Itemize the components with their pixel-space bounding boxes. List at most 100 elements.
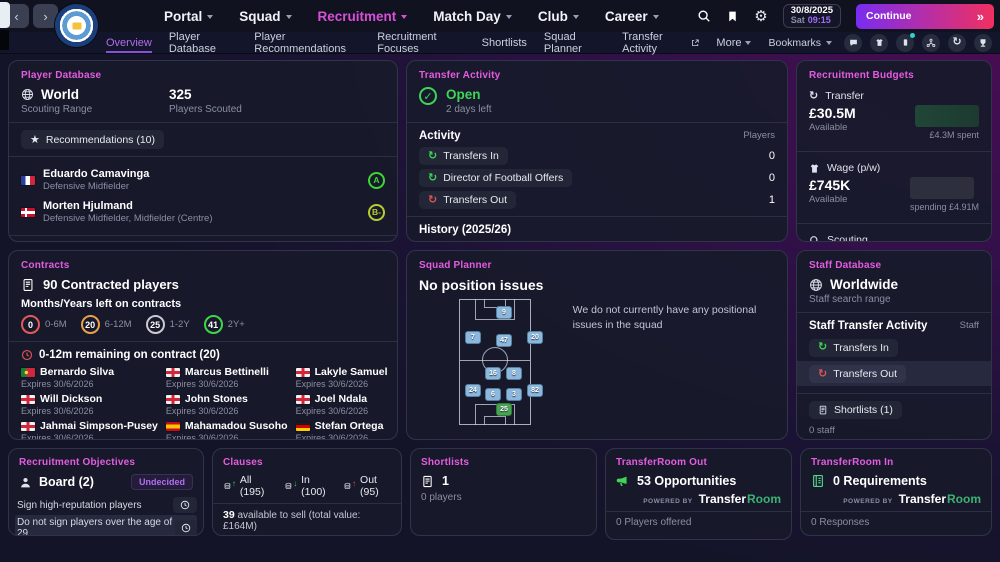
nav-recruitment[interactable]: Recruitment xyxy=(318,9,408,24)
shirt-24[interactable]: 24 xyxy=(465,384,481,397)
tab-squad-planner[interactable]: Squad Planner xyxy=(544,32,605,53)
staff-database-panel[interactable]: Staff Database Worldwide Staff search ra… xyxy=(796,250,992,440)
recruitment-budgets-panel[interactable]: Recruitment Budgets ↻Transfer £30.5M Ava… xyxy=(796,60,992,242)
budget-value: £30.5M xyxy=(809,105,856,121)
player-name: Morten Hjulmand xyxy=(43,200,212,212)
clauses-out-filter[interactable]: ↑ Out (95) xyxy=(343,474,391,498)
bookmarks-dropdown[interactable]: Bookmarks xyxy=(768,37,832,49)
transfers-out-button[interactable]: ↻Transfers Out xyxy=(419,191,516,209)
player-database-panel[interactable]: Player Database World Scouting Range 325… xyxy=(8,60,398,242)
tab-transfer-activity[interactable]: Transfer Activity xyxy=(622,32,699,53)
expiring-player[interactable]: Mahamadou SusohoExpires 30/6/2026 xyxy=(166,420,288,440)
trophy-icon[interactable] xyxy=(974,34,992,52)
bookmark-icon[interactable] xyxy=(726,10,739,23)
contract-expiry-counts: 00-6M 206-12M 251-2Y 412Y+ xyxy=(21,315,385,334)
remaining-contracts-header: 0-12m remaining on contract (20) xyxy=(21,349,385,361)
position-issues-description: We do not currently have any positional … xyxy=(573,303,775,425)
objective-row[interactable]: Sign high-reputation players xyxy=(15,495,197,515)
count-6-12m: 20 xyxy=(81,315,100,334)
history-clock-button[interactable] xyxy=(173,497,197,513)
chevron-down-icon xyxy=(653,15,659,19)
tactics-network-icon[interactable] xyxy=(922,34,940,52)
panel-title: Recruitment Budgets xyxy=(809,70,979,81)
chevron-down-icon xyxy=(506,15,512,19)
recommended-player-row[interactable]: Morten Hjulmand Defensive Midfielder, Mi… xyxy=(21,196,385,228)
tab-overview[interactable]: Overview xyxy=(106,32,152,53)
notification-dot xyxy=(910,33,915,38)
shirt-16[interactable]: 16 xyxy=(485,367,501,380)
shirt-9[interactable]: 9 xyxy=(496,306,512,319)
cards-icon[interactable] xyxy=(896,34,914,52)
nav-portal[interactable]: Portal xyxy=(164,9,213,24)
flag-icon xyxy=(296,395,310,404)
history-clock-button[interactable] xyxy=(175,520,197,536)
expiring-player[interactable]: Joel NdalaExpires 30/6/2026 xyxy=(296,393,388,416)
staff-shortlists-button[interactable]: Shortlists (1) xyxy=(809,401,902,419)
squad-shirt-icon[interactable] xyxy=(870,34,888,52)
expiring-player[interactable]: Will DicksonExpires 30/6/2026 xyxy=(21,393,158,416)
shirt-82[interactable]: 82 xyxy=(527,384,543,397)
search-icon[interactable] xyxy=(697,9,711,23)
objective-row[interactable]: Do not sign players over the age of 29 xyxy=(15,515,197,536)
transfers-in-button[interactable]: ↻Transfers In xyxy=(419,147,508,165)
shirt-25-gk[interactable]: 25 xyxy=(496,403,512,416)
shirt-6[interactable]: 6 xyxy=(485,388,501,401)
tab-player-database[interactable]: Player Database xyxy=(169,32,237,53)
expiring-player[interactable]: John StonesExpires 30/6/2026 xyxy=(166,393,288,416)
arrow-down-icon: ↓ xyxy=(293,479,297,488)
game-date[interactable]: 30/8/2025 Sat09:15 xyxy=(783,4,841,27)
nav-career[interactable]: Career xyxy=(605,9,659,24)
transferroom-out-panel[interactable]: TransferRoom Out 53 Opportunities POWERE… xyxy=(605,448,792,540)
dof-offers-button[interactable]: ↻Director of Football Offers xyxy=(419,169,572,187)
recommendations-button[interactable]: ★ Recommendations (10) xyxy=(21,130,164,149)
clauses-all-filter[interactable]: ↑ All (195) xyxy=(223,474,271,498)
shirt-8[interactable]: 8 xyxy=(506,367,522,380)
opportunities-count: 53 Opportunities xyxy=(637,474,736,488)
shirt-20[interactable]: 20 xyxy=(527,331,543,344)
budget-bar xyxy=(910,177,974,199)
contracts-panel[interactable]: Contracts 90 Contracted players Months/Y… xyxy=(8,250,398,440)
tab-more[interactable]: More xyxy=(716,32,751,53)
expiring-player[interactable]: Bernardo SilvaExpires 30/6/2026 xyxy=(21,366,158,389)
status-badge: Undecided xyxy=(131,474,193,490)
staff-transfers-out-button[interactable]: ↻Transfers Out xyxy=(809,365,906,383)
expiring-player[interactable]: Marcus BettinelliExpires 30/6/2026 xyxy=(166,366,288,389)
transfer-activity-panel[interactable]: Transfer Activity ✓ Open 2 days left Act… xyxy=(406,60,788,242)
expiring-player[interactable]: Lakyle SamuelExpires 30/6/2026 xyxy=(296,366,388,389)
clauses-in-filter[interactable]: ↓ In (100) xyxy=(284,474,330,498)
transfers-in-count: 0 xyxy=(769,150,775,162)
check-circle-icon: ✓ xyxy=(419,87,437,105)
club-crest[interactable] xyxy=(55,4,98,47)
recruitment-objectives-panel[interactable]: Recruitment Objectives Board (2) Undecid… xyxy=(8,448,204,536)
shirt-3[interactable]: 3 xyxy=(506,388,522,401)
recruitment-overview: Player Database World Scouting Range 325… xyxy=(0,54,1000,562)
main-navigation: Portal Squad Recruitment Match Day Club … xyxy=(164,0,659,32)
expiring-player[interactable]: Jahmai Simpson-PuseyExpires 30/6/2026 xyxy=(21,420,158,440)
squad-planner-panel[interactable]: Squad Planner No position issues 9 7 47 … xyxy=(406,250,788,440)
nav-club[interactable]: Club xyxy=(538,9,579,24)
history-transfers-in-button[interactable]: £0Transfers In xyxy=(419,241,510,242)
staff-transfers-in-button[interactable]: ↻Transfers In xyxy=(809,339,898,357)
shortlists-panel[interactable]: Shortlists 1 0 players xyxy=(410,448,597,536)
history-transfers-out-button[interactable]: £0Transfers Out xyxy=(518,241,617,242)
recommended-player-row[interactable]: Eduardo Camavinga Defensive Midfielder A xyxy=(21,164,385,196)
inbox-chat-icon[interactable] xyxy=(844,34,862,52)
nav-match-day[interactable]: Match Day xyxy=(433,9,512,24)
chevron-down-icon xyxy=(286,15,292,19)
gear-icon[interactable]: ⚙ xyxy=(754,7,767,25)
flag-icon xyxy=(166,395,180,404)
clock-icon xyxy=(180,500,190,510)
shirt-47[interactable]: 47 xyxy=(496,334,512,347)
nav-squad[interactable]: Squad xyxy=(239,9,291,24)
tab-recruitment-focuses[interactable]: Recruitment Focuses xyxy=(377,32,464,53)
clauses-panel[interactable]: Clauses ↑ All (195) ↓ In (100) ↑ Out (95… xyxy=(212,448,402,536)
tab-shortlists[interactable]: Shortlists xyxy=(482,32,527,53)
wage-budget: Wage (p/w) £745K Available spending £4.9… xyxy=(809,159,979,216)
tab-player-recommendations[interactable]: Player Recommendations xyxy=(254,32,360,53)
refresh-icon[interactable]: ↻ xyxy=(948,34,966,52)
continue-button[interactable]: Continue » xyxy=(856,4,994,29)
flag-icon xyxy=(166,422,180,431)
shirt-7[interactable]: 7 xyxy=(465,331,481,344)
expiring-player[interactable]: Stefan OrtegaExpires 30/6/2026 xyxy=(296,420,388,440)
transferroom-in-panel[interactable]: TransferRoom In 0 Requirements POWERED B… xyxy=(800,448,992,536)
